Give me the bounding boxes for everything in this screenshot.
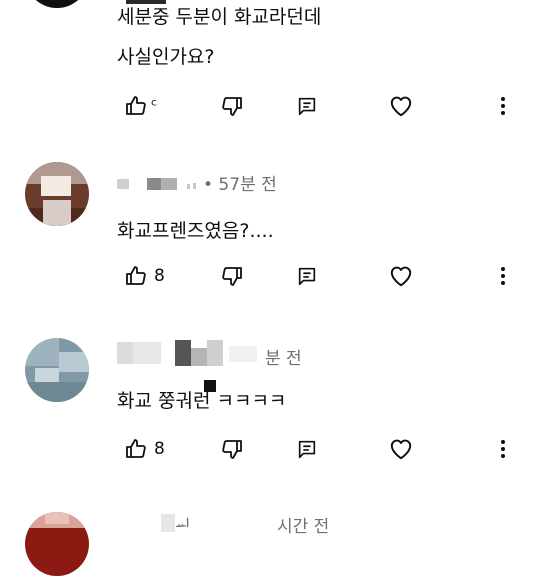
thumb-up-icon	[124, 94, 148, 118]
dislike-button[interactable]	[220, 260, 244, 292]
thumb-down-icon	[220, 437, 244, 461]
comment-actions: 8	[0, 433, 538, 465]
heart-button[interactable]	[388, 260, 414, 292]
comment-text-line: 화교 쭝궈런 ㅋㅋㅋㅋ	[117, 390, 287, 412]
comment-text-line: 세분중 두분이 화교라던데	[117, 6, 322, 28]
reply-button[interactable]	[296, 90, 318, 122]
avatar[interactable]	[25, 162, 89, 226]
thumb-up-icon	[124, 437, 148, 461]
heart-icon	[388, 436, 414, 462]
thumb-down-icon	[220, 94, 244, 118]
reply-icon	[296, 265, 318, 287]
reply-button[interactable]	[296, 260, 318, 292]
more-vert-icon	[497, 94, 509, 118]
more-vert-icon	[497, 264, 509, 288]
reply-icon	[296, 95, 318, 117]
comment-text-line: 사실인가요?	[117, 46, 215, 68]
comment-actions: 8	[0, 260, 538, 292]
dislike-button[interactable]	[220, 90, 244, 122]
heart-icon	[388, 263, 414, 289]
more-button[interactable]	[497, 90, 509, 122]
comment-meta: ᆈ 시간 전	[117, 510, 377, 538]
more-button[interactable]	[497, 260, 509, 292]
like-count: 8	[154, 266, 165, 286]
username-redacted[interactable]	[161, 514, 175, 532]
thumb-up-icon	[124, 264, 148, 288]
comment-time: 분 전	[265, 349, 302, 369]
comment-meta: • 57분 전	[117, 168, 377, 196]
avatar[interactable]	[25, 338, 89, 402]
avatar[interactable]	[25, 0, 89, 8]
avatar[interactable]	[25, 512, 89, 576]
like-count: 8	[154, 439, 165, 459]
username-redacted[interactable]	[117, 179, 129, 189]
heart-icon	[388, 93, 414, 119]
more-vert-icon	[497, 437, 509, 461]
comment-time: • 57분 전	[203, 175, 277, 195]
reply-icon	[296, 438, 318, 460]
like-button[interactable]: 8	[124, 260, 165, 292]
heart-button[interactable]	[388, 433, 414, 465]
thumb-down-icon	[220, 264, 244, 288]
heart-button[interactable]	[388, 90, 414, 122]
comment-actions: ᶜ	[0, 90, 538, 122]
comment-text-line: 화교프렌즈였음?....	[117, 220, 274, 242]
redaction-mark	[204, 380, 216, 392]
comment-time: 시간 전	[277, 517, 330, 537]
more-button[interactable]	[497, 433, 509, 465]
like-button[interactable]: ᶜ	[124, 90, 157, 122]
like-button[interactable]: 8	[124, 433, 165, 465]
dislike-button[interactable]	[220, 433, 244, 465]
reply-button[interactable]	[296, 433, 318, 465]
username-redacted[interactable]	[117, 342, 133, 364]
comment-meta: 분 전	[117, 340, 377, 369]
